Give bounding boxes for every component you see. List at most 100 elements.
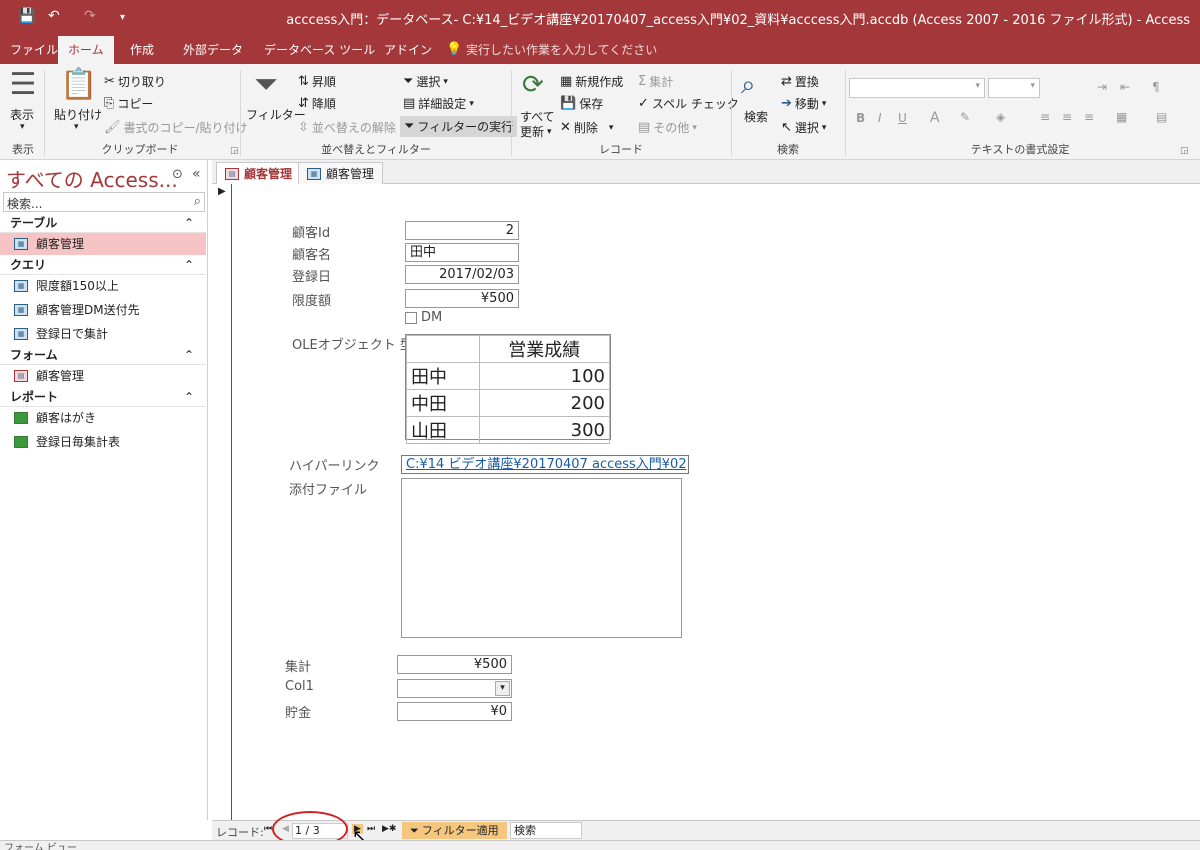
goto-button[interactable]: ➔ 移動 ▾: [781, 95, 826, 112]
tell-me-box[interactable]: 実行したい作業を入力してください: [456, 36, 667, 64]
save-record-button[interactable]: 💾 保存: [560, 95, 603, 112]
doc-tab-table[interactable]: ▦ 顧客管理: [298, 162, 384, 184]
filter-applied-button[interactable]: ⏷ フィルター適用: [402, 822, 507, 839]
document-tabs: ▤ 顧客管理 ▦ 顧客管理: [212, 160, 1200, 185]
arrow-right-icon: ➔: [781, 96, 792, 111]
alternate-row-color-icon[interactable]: ▤: [1156, 110, 1167, 124]
nav-item-table-customers[interactable]: ▦ 顧客管理: [0, 233, 206, 255]
bold-button[interactable]: B: [856, 111, 865, 125]
search-icon[interactable]: ⌕: [194, 194, 201, 209]
selection-filter-button[interactable]: ⏷ 選択 ▾: [403, 73, 448, 90]
align-center-icon[interactable]: ≡: [1062, 110, 1072, 124]
registration-date-label: 登録日: [292, 270, 332, 285]
nav-section-forms[interactable]: フォーム ⌃: [0, 345, 206, 365]
hyperlink-field[interactable]: C:¥14 ビデオ講座¥20170407 access入門¥02: [401, 455, 689, 474]
increase-indent-icon[interactable]: ⇥: [1097, 80, 1107, 94]
nav-item-query-3[interactable]: ▦ 登録日で集計: [0, 323, 206, 345]
view-button[interactable]: 表示: [10, 106, 34, 123]
tab-home[interactable]: ホーム: [58, 36, 114, 65]
find-button[interactable]: 検索: [744, 108, 768, 125]
select-button[interactable]: ↖ 選択 ▾: [781, 119, 826, 136]
attachment-field[interactable]: [401, 478, 682, 638]
paste-button[interactable]: 貼り付け: [54, 106, 102, 123]
descending-button[interactable]: ⇵ 降順: [298, 95, 336, 112]
tab-external-data[interactable]: 外部データ: [173, 36, 253, 64]
first-record-icon[interactable]: ⏮: [264, 824, 272, 834]
customize-icon[interactable]: ▾: [120, 12, 125, 23]
collapse-pane-icon[interactable]: «: [192, 166, 201, 182]
chevron-down-icon[interactable]: ▾: [74, 122, 79, 132]
tab-create[interactable]: 作成: [120, 36, 164, 64]
filter-button[interactable]: フィルター: [246, 106, 306, 123]
advanced-filter-button[interactable]: ▤ 詳細設定 ▾: [403, 95, 474, 112]
refresh-all-button[interactable]: 更新 ▾: [520, 123, 552, 140]
nav-item-query-1[interactable]: ▦ 限度額150以上: [0, 275, 206, 297]
customer-name-field[interactable]: 田中: [405, 243, 519, 262]
toggle-filter-button[interactable]: ⏷ フィルターの実行: [400, 116, 518, 137]
nav-search-input[interactable]: 検索... ⌕: [3, 192, 205, 212]
gridlines-icon[interactable]: ▦: [1116, 110, 1127, 124]
record-selector[interactable]: ▶: [212, 184, 232, 820]
nav-pane-title[interactable]: すべての Access...: [6, 164, 178, 193]
underline-button[interactable]: U: [898, 111, 907, 125]
last-record-icon[interactable]: ⏭: [367, 824, 375, 834]
descending-label: 降順: [311, 97, 336, 111]
replace-button[interactable]: ⇄ 置換: [781, 73, 819, 90]
undo-icon[interactable]: ↶: [48, 8, 60, 24]
nav-item-report-1[interactable]: 顧客はがき: [0, 407, 206, 429]
credit-limit-field[interactable]: ¥500: [405, 289, 519, 308]
customer-id-field[interactable]: 2: [405, 221, 519, 240]
registration-date-field[interactable]: 2017/02/03: [405, 265, 519, 284]
cut-button[interactable]: ✂ 切り取り: [104, 73, 166, 90]
new-record-button[interactable]: ▦ 新規作成: [560, 73, 623, 90]
chevron-down-icon[interactable]: ⊙: [172, 167, 183, 182]
refresh-icon: ⟳: [522, 70, 544, 100]
query-icon: ▦: [14, 328, 28, 340]
refresh-label: 更新: [520, 125, 545, 139]
tab-database-tools[interactable]: データベース ツール: [254, 36, 385, 64]
dialog-launcher-icon[interactable]: ◲: [1180, 146, 1189, 156]
nav-item-report-2[interactable]: 登録日毎集計表: [0, 431, 206, 453]
new-record-icon[interactable]: ▶✱: [382, 824, 396, 834]
doc-tab-form[interactable]: ▤ 顧客管理: [216, 162, 302, 185]
nav-section-reports[interactable]: レポート ⌃: [0, 387, 206, 407]
savings-field[interactable]: ¥0: [397, 702, 512, 721]
font-color-button[interactable]: A: [930, 110, 940, 126]
record-search-input[interactable]: 検索: [510, 822, 582, 839]
remove-sort-button[interactable]: ⇳ 並べ替えの解除: [298, 119, 396, 136]
chevron-down-icon[interactable]: ▾: [495, 681, 510, 696]
total-field[interactable]: ¥500: [397, 655, 512, 674]
paragraph-icon[interactable]: ¶: [1152, 80, 1160, 94]
tab-add-ins[interactable]: アドイン: [374, 36, 442, 64]
chevron-down-icon[interactable]: ▾: [20, 122, 25, 132]
dm-checkbox[interactable]: [405, 312, 417, 324]
align-right-icon[interactable]: ≡: [1084, 110, 1094, 124]
copy-button[interactable]: ⎘ コピー: [104, 95, 153, 112]
decrease-indent-icon[interactable]: ⇤: [1120, 80, 1130, 94]
italic-button[interactable]: I: [878, 111, 882, 125]
align-left-icon[interactable]: ≡: [1040, 110, 1050, 124]
doc-tab-label: 顧客管理: [244, 167, 293, 181]
totals-button[interactable]: Σ 集計: [638, 73, 673, 90]
title-bar: 💾 ↶ ↷ ▾ acccess入門：データベース- C:¥14_ビデオ講座¥20…: [0, 0, 1200, 36]
nav-section-tables[interactable]: テーブル ⌃: [0, 213, 206, 233]
col1-combobox[interactable]: ▾: [397, 679, 512, 698]
dialog-launcher-icon[interactable]: ◲: [230, 146, 239, 156]
highlight-icon[interactable]: ✎: [960, 110, 970, 124]
nav-item-form-customers[interactable]: ▤ 顧客管理: [0, 365, 206, 387]
save-icon[interactable]: 💾: [18, 8, 35, 24]
section-label: レポート: [10, 390, 59, 404]
ascending-button[interactable]: ⇅ 昇順: [298, 73, 336, 90]
format-painter-button[interactable]: 🖌 書式のコピー/貼り付け: [104, 119, 248, 136]
delete-record-button[interactable]: ✕ 削除 ▾: [560, 119, 613, 136]
fill-color-icon[interactable]: ◈: [996, 110, 1005, 124]
nav-section-queries[interactable]: クエリ ⌃: [0, 255, 206, 275]
view-icon: ☰: [9, 67, 37, 102]
nav-item-query-2[interactable]: ▦ 顧客管理DM送付先: [0, 299, 206, 321]
font-name-select[interactable]: ▾: [849, 78, 985, 98]
ole-object-frame[interactable]: 営業成績 田中 100 中田 200 山田 300: [405, 334, 611, 444]
spelling-button[interactable]: ✓ スペル チェック: [638, 95, 739, 112]
more-button[interactable]: ▤ その他 ▾: [638, 119, 697, 136]
redo-icon[interactable]: ↷: [84, 8, 96, 24]
font-size-select[interactable]: ▾: [988, 78, 1040, 98]
